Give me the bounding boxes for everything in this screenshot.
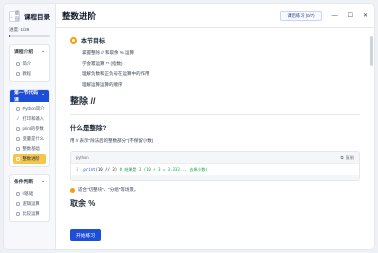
line-number: 1 [76,167,79,172]
window-controls: — ☐ ✕ [332,12,368,20]
section-heading: 整除 // [70,96,96,106]
lesson-status-icon [16,202,20,206]
scrollbar-thumb[interactable] [370,36,373,66]
lesson-status-icon [16,72,20,76]
course-sidebar: ← 返回 课程目录 进度: 1/28 课程介绍 ⌄ 简介 教程 第一节代码课 ⌃ [4,4,56,249]
code-function: print [83,166,96,172]
lightbulb-icon [70,187,75,193]
lesson-item[interactable]: 逻辑运算 [10,199,49,209]
lesson-label: 变量是什么 [22,136,44,141]
back-label: 返回 [15,10,19,21]
progress-text: 进度: 1/28 [9,27,30,32]
code-comment: # 结果是 3 (10 ÷ 3 = 3.333... 去掉小数) [119,166,208,172]
close-icon[interactable]: ✕ [363,12,368,19]
section-heading: 取余 % [70,199,96,208]
chapter-course-intro: 课程介绍 ⌄ 简介 教程 [9,44,50,82]
chapter-conditions: 条件判断 ⌄ if基础 逻辑运算 比较运算 [9,174,50,222]
lesson-status-icon [16,62,20,66]
lesson-item[interactable]: 教程 [10,69,49,79]
lesson-item-current[interactable]: 整数进阶 [13,154,46,164]
goals-title: 本节目标 [81,39,106,45]
lesson-label: Python简介 [22,106,45,111]
lesson-label: if基础 [22,191,34,196]
practice-button[interactable]: 课后练习 (0/7) [280,10,322,21]
lesson-main: 整数进阶 课后练习 (0/7) — ☐ ✕ 本节目标 掌握整除 // 和取余 %… [56,4,374,249]
code-language: python [76,155,89,160]
divider [70,114,360,115]
lesson-label: 整数基础 [22,146,40,151]
chapter-header[interactable]: 条件判断 ⌄ [10,175,49,187]
lesson-item[interactable]: ✓ 打印和输入 [10,114,49,124]
lesson-status-icon [16,107,20,111]
goal-item: 学会幂运算 ** (指数) [82,60,123,66]
progress-fill [9,35,11,37]
lesson-item[interactable]: if基础 [10,189,49,199]
code-text: print(10 // 3) # 结果是 3 (10 ÷ 3 = 3.333..… [83,167,207,173]
copy-label: 复制 [345,154,354,160]
sidebar-title: 课程目录 [24,14,50,21]
lesson-status-icon [16,137,20,141]
minimize-icon[interactable]: — [332,13,338,19]
copy-button[interactable]: ⧉ 复制 [341,155,354,161]
lesson-header: 整数进阶 课后练习 (0/7) — ☐ ✕ [56,4,374,28]
chevron-up-icon: ⌃ [41,93,45,98]
lesson-item[interactable]: 简介 [10,59,49,69]
target-icon [70,37,77,44]
tip: 适合"切整块"、"分组"等场景。 [70,187,360,193]
lesson-label: 逻辑运算 [22,201,40,206]
chapter-title: 第一节代码课 [14,91,38,103]
question-heading: 什么是整除? [70,125,107,132]
lesson-label: 比较运算 [22,211,40,216]
lesson-status-icon [16,212,20,216]
chapter-title: 条件判断 [14,179,34,185]
code-args: (10 // 3) [95,166,118,172]
goal-item: 掌握整除 // 和取余 % 运算 [82,50,135,56]
goals-heading: 本节目标 [70,36,360,45]
arrow-left-icon: ← [10,13,14,19]
chapter-header[interactable]: 课程介绍 ⌄ [10,45,49,57]
page-title: 整数进阶 [62,10,97,21]
progress-bar [9,35,50,37]
maximize-icon[interactable]: ☐ [348,12,353,19]
code-header: python ⧉ 复制 [71,152,359,163]
lesson-label: 整数进阶 [22,156,40,161]
lesson-label: 教程 [22,71,32,76]
chevron-down-icon: ⌄ [41,48,45,53]
scrollbar[interactable] [370,30,373,247]
lesson-content: 本节目标 掌握整除 // 和取余 % 运算 学会幂运算 ** (指数) 理解负数… [56,28,374,249]
copy-icon: ⧉ [340,155,344,160]
code-line: 1 print(10 // 3) # 结果是 3 (10 ÷ 3 = 3.333… [71,163,359,175]
tip-text: 适合"切整块"、"分组"等场景。 [78,187,139,192]
start-practice-button[interactable]: 开始练习 [70,229,102,241]
lesson-item[interactable]: 整数基础 [10,144,49,154]
lesson-item[interactable]: Python简介 [10,104,49,114]
goals-list: 掌握整除 // 和取余 % 运算 学会幂运算 ** (指数) 理解负数和正负号在… [70,48,360,90]
code-block: python ⧉ 复制 1 print(10 // 3) # 结果是 3 (10… [70,151,360,181]
description: 用 // 表示"除法后的整数部分"(不保留小数) [70,138,154,143]
chapter-header[interactable]: 第一节代码课 ⌃ [10,90,49,103]
goal-item: 理解运算运算的顺序 [82,81,123,87]
back-button[interactable]: ← 返回 [9,10,20,22]
check-icon: ✓ [16,115,20,121]
lesson-status-icon [16,157,20,161]
chapter-title: 课程介绍 [14,49,34,55]
lesson-status-icon [16,147,20,151]
chapter-first-code: 第一节代码课 ⌃ Python简介 ✓ 打印和输入 print的参数 变量是什么 … [9,89,50,167]
lesson-label: 打印和输入 [22,116,44,121]
lesson-item[interactable]: print的参数 [10,124,49,134]
lesson-item[interactable]: 比较运算 [10,209,49,219]
lesson-status-icon [16,127,20,131]
lesson-item[interactable]: 变量是什么 [10,134,49,144]
lesson-status-icon [16,192,20,196]
lesson-label: 简介 [22,61,32,66]
chevron-down-icon: ⌄ [41,178,45,183]
lesson-label: print的参数 [22,126,44,131]
app-window: ← 返回 课程目录 进度: 1/28 课程介绍 ⌄ 简介 教程 第一节代码课 ⌃ [4,4,374,249]
goal-item: 理解负数和正负号在运算中的作用 [82,71,150,77]
